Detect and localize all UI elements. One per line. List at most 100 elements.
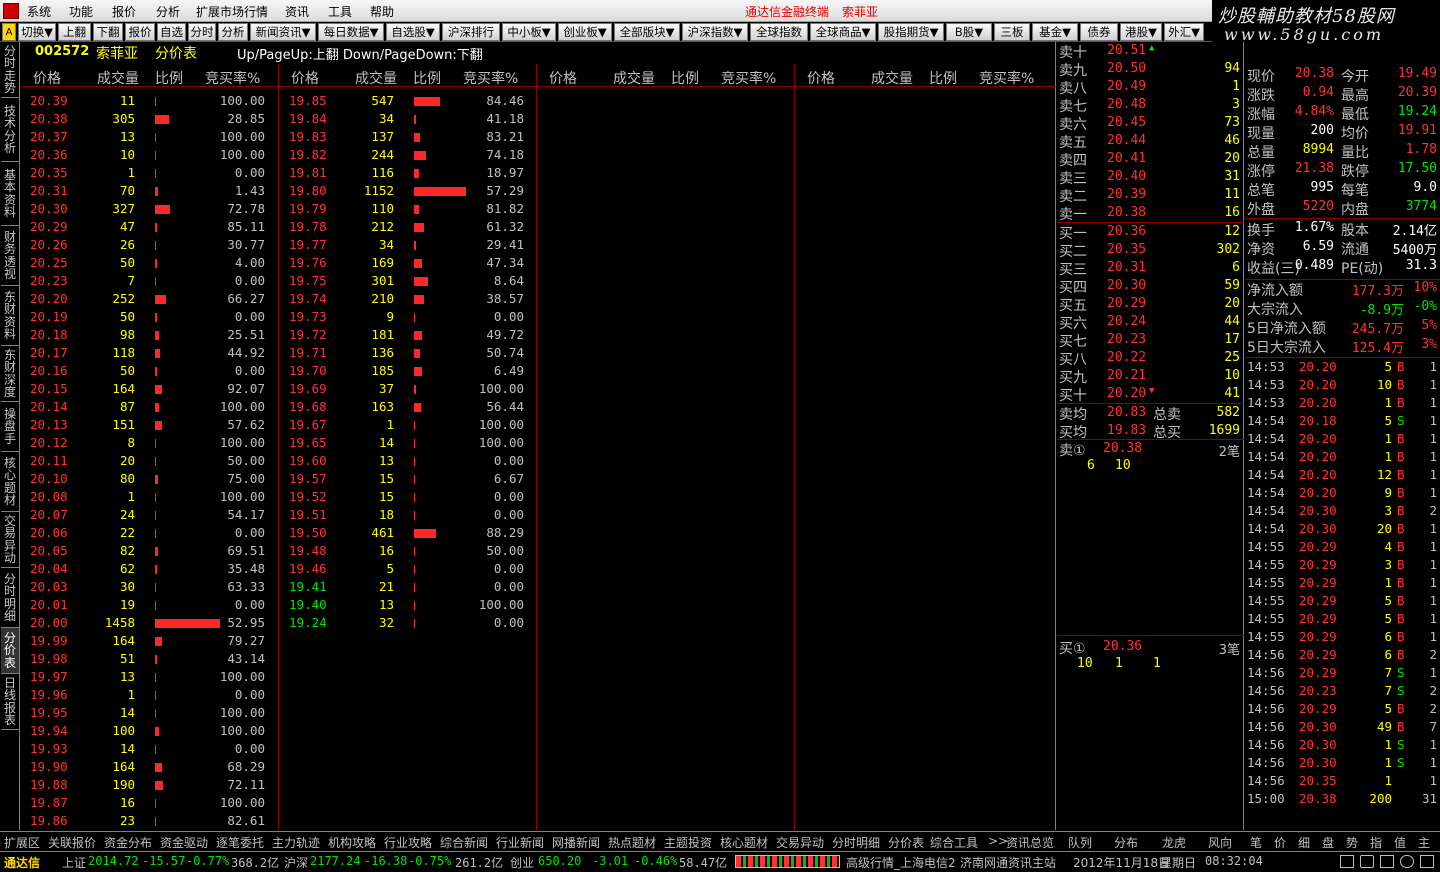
bottom-tab[interactable]: 主题投资	[664, 834, 712, 851]
tick-row[interactable]: 14:54 20.20 9 B 1	[1245, 484, 1440, 502]
toolbar-button[interactable]: 三板	[994, 23, 1030, 41]
left-tab[interactable]: 东财资料	[1, 286, 19, 346]
table-row[interactable]: 19.81 116 18.97	[280, 164, 537, 182]
table-row[interactable]: 20.01 19 0.00	[21, 596, 278, 614]
left-tab[interactable]: 技术分析	[1, 98, 19, 162]
table-row[interactable]: 20.20 252 66.27	[21, 290, 278, 308]
tick-row[interactable]: 14:55 20.29 3 B 1	[1245, 556, 1440, 574]
ask-level[interactable]: 卖十 20.51 ▲	[1057, 42, 1244, 61]
table-row[interactable]: 19.52 15 0.00	[280, 488, 537, 506]
table-row[interactable]: 19.82 244 74.18	[280, 146, 537, 164]
right-panel-tab[interactable]: 龙虎	[1162, 834, 1186, 851]
bid-level[interactable]: 买六 20.24 44	[1057, 313, 1244, 332]
bid-level[interactable]: 买五 20.29 20	[1057, 295, 1244, 314]
toolbar-button[interactable]: 债券	[1080, 23, 1118, 41]
table-row[interactable]: 19.50 461 88.29	[280, 524, 537, 542]
detail-tab[interactable]: 笔	[1250, 834, 1262, 851]
table-row[interactable]: 19.95 14 100.00	[21, 704, 278, 722]
status-server[interactable]: 高级行情_上海电信2	[846, 854, 956, 871]
table-row[interactable]: 19.87 16 100.00	[21, 794, 278, 812]
toolbar-button[interactable]: 沪深指数▼	[682, 23, 748, 41]
detail-tab[interactable]: 细	[1298, 834, 1310, 851]
toolbar-button[interactable]: 每日数据▼	[318, 23, 384, 41]
bid-level[interactable]: 买七 20.23 17	[1057, 331, 1244, 350]
table-row[interactable]: 19.69 37 100.00	[280, 380, 537, 398]
menu-quote[interactable]: 报价	[112, 3, 136, 20]
table-row[interactable]: 19.86 23 82.61	[21, 812, 278, 830]
table-row[interactable]: 19.79 110 81.82	[280, 200, 537, 218]
bid-level[interactable]: 买十 20.20 ▼ 41	[1057, 385, 1244, 404]
left-tab[interactable]: 财务透视	[1, 226, 19, 286]
toolbar-button[interactable]: 自选股▼	[386, 23, 440, 41]
table-row[interactable]: 20.11 20 50.00	[21, 452, 278, 470]
table-row[interactable]: 19.77 34 29.41	[280, 236, 537, 254]
ask-level[interactable]: 卖四 20.41 20	[1057, 150, 1244, 169]
table-row[interactable]: 20.37 13 100.00	[21, 128, 278, 146]
table-row[interactable]: 19.80 1152 57.29	[280, 182, 537, 200]
detail-tab[interactable]: 盘	[1322, 834, 1334, 851]
menu-system[interactable]: 系统	[27, 3, 51, 20]
status-app-name[interactable]: 通达信	[4, 854, 40, 871]
buy-queue-header[interactable]: 买① 20.36 3笔	[1057, 638, 1244, 658]
table-row[interactable]: 19.67 1 100.00	[280, 416, 537, 434]
table-row[interactable]: 20.17 118 44.92	[21, 344, 278, 362]
right-panel-tab[interactable]: 队列	[1068, 834, 1092, 851]
tick-row[interactable]: 14:54 20.20 12 B 1	[1245, 466, 1440, 484]
table-row[interactable]: 20.26 26 30.77	[21, 236, 278, 254]
toolbar-button[interactable]: 分析	[218, 23, 248, 41]
ask-level[interactable]: 卖二 20.39 11	[1057, 186, 1244, 205]
bottom-tab[interactable]: 综合新闻	[440, 834, 488, 851]
window-icon[interactable]	[1420, 855, 1434, 868]
sh-index-label[interactable]: 上证	[62, 854, 86, 871]
table-row[interactable]: 19.98 51 43.14	[21, 650, 278, 668]
table-row[interactable]: 19.72 181 49.72	[280, 326, 537, 344]
table-row[interactable]: 19.51 18 0.00	[280, 506, 537, 524]
table-row[interactable]: 19.88 190 72.11	[21, 776, 278, 794]
table-row[interactable]: 20.31 70 1.43	[21, 182, 278, 200]
table-row[interactable]: 19.46 5 0.00	[280, 560, 537, 578]
tick-row[interactable]: 15:00 20.38 200 31	[1245, 790, 1440, 808]
table-row[interactable]: 20.08 1 100.00	[21, 488, 278, 506]
table-row[interactable]: 19.97 13 100.00	[21, 668, 278, 686]
cy-index-label[interactable]: 创业	[510, 854, 534, 871]
table-row[interactable]: 19.71 136 50.74	[280, 344, 537, 362]
tick-row[interactable]: 14:54 20.20 1 B 1	[1245, 430, 1440, 448]
menu-analysis[interactable]: 分析	[156, 3, 180, 20]
bottom-tab[interactable]: 核心题材	[720, 834, 768, 851]
detail-tab[interactable]: 指	[1370, 834, 1382, 851]
left-tab[interactable]: 分时明细	[1, 568, 19, 628]
left-tab[interactable]: 基本资料	[1, 162, 19, 226]
menu-tools[interactable]: 工具	[328, 3, 352, 20]
notes-icon[interactable]	[1380, 855, 1394, 868]
tick-row[interactable]: 14:54 20.30 3 B 2	[1245, 502, 1440, 520]
bid-level[interactable]: 买一 20.36 12	[1057, 223, 1244, 242]
table-row[interactable]: 19.93 14 0.00	[21, 740, 278, 758]
table-row[interactable]: 20.12 8 100.00	[21, 434, 278, 452]
bottom-tab[interactable]: 热点题材	[608, 834, 656, 851]
table-row[interactable]: 20.03 30 63.33	[21, 578, 278, 596]
toolbar-button[interactable]: 切换▼	[18, 23, 56, 41]
bottom-tab[interactable]: 分时明细	[832, 834, 880, 851]
bottom-tab[interactable]: 分价表	[888, 834, 924, 851]
left-tab[interactable]: 交易异动	[1, 512, 19, 568]
table-row[interactable]: 19.57 15 6.67	[280, 470, 537, 488]
bottom-tab[interactable]: 行业攻略	[384, 834, 432, 851]
table-row[interactable]: 20.36 10 100.00	[21, 146, 278, 164]
ask-level[interactable]: 卖六 20.45 73	[1057, 114, 1244, 133]
table-row[interactable]: 19.76 169 47.34	[280, 254, 537, 272]
table-row[interactable]: 19.78 212 61.32	[280, 218, 537, 236]
tick-row[interactable]: 14:56 20.23 7 S 2	[1245, 682, 1440, 700]
table-row[interactable]: 20.16 50 0.00	[21, 362, 278, 380]
table-row[interactable]: 19.99 164 79.27	[21, 632, 278, 650]
table-row[interactable]: 20.04 62 35.48	[21, 560, 278, 578]
bottom-tab[interactable]: 综合工具	[930, 834, 978, 851]
toolbar-button[interactable]: 报价	[125, 23, 155, 41]
alarm-icon[interactable]	[1400, 855, 1414, 868]
table-row[interactable]: 19.74 210 38.57	[280, 290, 537, 308]
table-row[interactable]: 20.07 24 54.17	[21, 506, 278, 524]
table-row[interactable]: 20.06 22 0.00	[21, 524, 278, 542]
table-row[interactable]: 20.05 82 69.51	[21, 542, 278, 560]
tick-row[interactable]: 14:53 20.20 1 B 1	[1245, 394, 1440, 412]
table-row[interactable]: 19.24 32 0.00	[280, 614, 537, 632]
toolbar-button[interactable]: 基金▼	[1032, 23, 1078, 41]
